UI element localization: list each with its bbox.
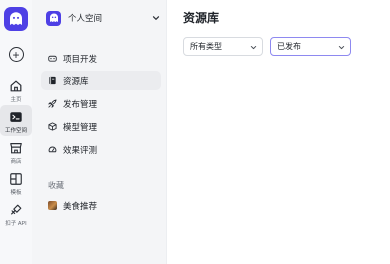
cube-icon [48,122,57,131]
chevron-down-icon [338,45,345,50]
favorites-heading: 收藏 [48,181,64,190]
nav-item-label: 模型管理 [63,121,98,132]
create-button[interactable]: + [8,47,24,62]
workspace-name: 个人空间 [68,13,103,23]
template-icon [10,173,22,185]
rail-item-label: 工作空间 [4,128,27,134]
type-filter-select[interactable]: 所有类型 [183,37,263,56]
global-rail: + 主页 工作空间 商店 模板 扣子 API [0,0,32,264]
nav-item-label: 项目开发 [63,53,98,64]
rail-item-label: 模板 [10,190,22,196]
gamepad-icon [48,55,57,62]
chevron-down-icon [152,16,160,20]
workspace-sidebar: 个人空间 项目开发 资源库 发布管理 模型管理 效果评测 收藏 美食推荐 [39,0,165,264]
favorite-thumbnail [48,201,57,210]
nav-item-publish[interactable]: 发布管理 [41,94,161,113]
type-filter-value: 所有类型 [190,42,222,51]
gauge-icon [48,146,57,153]
book-icon [49,76,56,85]
rail-item-label: 商店 [10,159,22,165]
nav-item-label: 效果评测 [63,144,98,155]
nav-item-projects[interactable]: 项目开发 [41,49,161,68]
nav-item-evaluation[interactable]: 效果评测 [41,140,161,159]
plus-icon: + [12,47,20,62]
app-logo[interactable] [4,7,28,31]
chevron-down-icon [250,45,257,50]
favorite-item[interactable]: 美食推荐 [41,196,161,215]
rail-item-api[interactable]: 扣子 API [0,198,32,229]
rail-item-templates[interactable]: 模板 [0,167,32,198]
store-icon [10,143,22,154]
rail-item-home[interactable]: 主页 [0,74,32,105]
status-filter-select[interactable]: 已发布 [270,37,351,56]
rail-item-label: 主页 [10,97,22,103]
favorite-item-label: 美食推荐 [63,200,98,211]
nav-item-models[interactable]: 模型管理 [41,117,161,136]
rail-item-label: 扣子 API [5,221,27,227]
workspace-switcher[interactable]: 个人空间 [46,9,160,27]
rail-item-workspace[interactable]: 工作空间 [0,105,32,136]
status-filter-value: 已发布 [277,42,301,51]
nav-item-label: 资源库 [63,75,89,86]
home-icon [10,80,22,92]
logo-icon [49,13,58,22]
nav-item-label: 发布管理 [63,98,98,109]
rocket-icon [48,99,57,108]
logo-icon [10,12,22,25]
terminal-icon [10,112,22,122]
page-title: 资源库 [183,11,220,25]
library-panel: 资源库 所有类型 已发布 [166,0,390,264]
workspace-avatar [46,10,61,26]
nav-item-library[interactable]: 资源库 [41,71,161,90]
api-icon [11,204,22,215]
rail-item-store[interactable]: 商店 [0,136,32,167]
